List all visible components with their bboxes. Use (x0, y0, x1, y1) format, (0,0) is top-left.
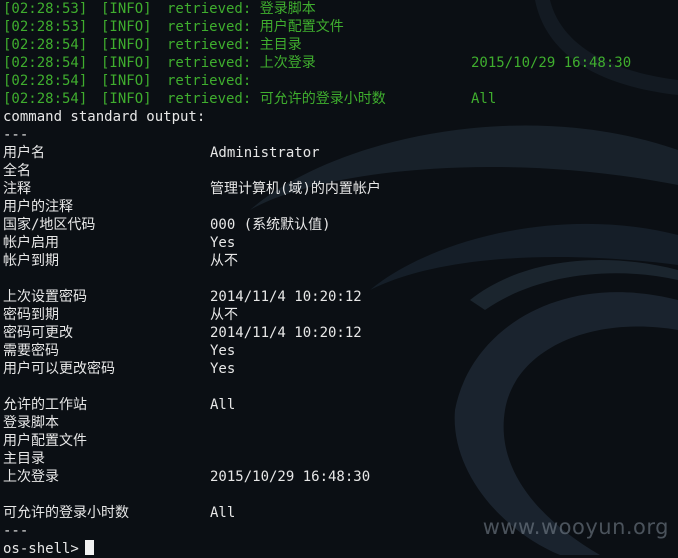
row-key: 上次设置密码 (3, 289, 87, 305)
row-key: 国家/地区代码 (3, 217, 96, 233)
row-key: 用户的注释 (3, 199, 73, 215)
output-row: 帐户启用 Yes (3, 234, 678, 252)
row-key: 用户配置文件 (3, 433, 87, 449)
log-line: [02:28:54] [INFO] retrieved: 主目录 (3, 36, 678, 54)
row-value: Administrator (210, 145, 320, 161)
row-key: 用户可以更改密码 (3, 361, 115, 377)
row-value: Yes (210, 235, 236, 251)
log-block: [02:28:53] [INFO] retrieved: 登录脚本 [02:28:53… (3, 0, 678, 108)
row-key: 全名 (3, 163, 31, 179)
row-value: 从不 (210, 253, 238, 269)
log-level: [INFO] (101, 37, 152, 53)
output-row: 帐户到期 从不 (3, 252, 678, 270)
watermark-text: www.wooyun.org (482, 515, 669, 539)
row-key: 需要密码 (3, 343, 59, 359)
output-row: 用户名 Administrator (3, 144, 678, 162)
log-line: [02:28:54] [INFO] retrieved: 可允许的登录小时数 All (3, 90, 678, 108)
log-level: [INFO] (101, 19, 152, 35)
row-key: 主目录 (3, 451, 45, 467)
row-value: 2014/11/4 10:20:12 (210, 325, 362, 341)
output-row: 允许的工作站 All (3, 396, 678, 414)
text-cursor (84, 540, 94, 555)
output-header: command standard output: (3, 109, 206, 125)
row-value: Yes (210, 361, 236, 377)
log-message: retrieved: 用户配置文件 (167, 19, 344, 35)
log-line: [02:28:53] [INFO] retrieved: 登录脚本 (3, 0, 678, 18)
log-timestamp: [02:28:53] (3, 19, 88, 35)
row-key: 帐户到期 (3, 253, 59, 269)
row-key: 允许的工作站 (3, 397, 87, 413)
log-timestamp: [02:28:54] (3, 55, 88, 71)
output-row: 密码可更改 2014/11/4 10:20:12 (3, 324, 678, 342)
output-row: 上次设置密码 2014/11/4 10:20:12 (3, 288, 678, 306)
output-row (3, 486, 678, 504)
row-key: 登录脚本 (3, 415, 59, 431)
output-row (3, 270, 678, 288)
separator-line: --- (3, 127, 29, 143)
output-row: 用户可以更改密码 Yes (3, 360, 678, 378)
shell-prompt-line[interactable]: os-shell> (3, 540, 678, 558)
log-extra: All (471, 91, 497, 107)
log-message: retrieved: 上次登录 (167, 55, 316, 71)
row-value: 2015/10/29 16:48:30 (210, 469, 371, 485)
output-row: 注释 管理计算机(域)的内置帐户 (3, 180, 678, 198)
row-value: 000 (系统默认值) (210, 217, 331, 233)
log-message: retrieved: (167, 73, 252, 89)
log-extra: 2015/10/29 16:48:30 (471, 55, 632, 71)
log-message: retrieved: 可允许的登录小时数 (167, 91, 386, 107)
row-value: All (210, 397, 236, 413)
log-message: retrieved: 登录脚本 (167, 1, 316, 17)
log-level: [INFO] (101, 73, 152, 89)
log-line: [02:28:54] [INFO] retrieved: (3, 72, 678, 90)
row-value: Yes (210, 343, 236, 359)
log-level: [INFO] (101, 55, 152, 71)
row-key: 注释 (3, 181, 31, 197)
row-value: 从不 (210, 307, 238, 323)
row-key: 密码到期 (3, 307, 59, 323)
log-timestamp: [02:28:54] (3, 91, 88, 107)
row-key: 用户名 (3, 145, 45, 161)
output-rows: 用户名 Administrator 全名 注释 管理计算机(域)的内置帐户 用户的注释 国家… (3, 144, 678, 522)
output-row: 密码到期 从不 (3, 306, 678, 324)
log-timestamp: [02:28:53] (3, 1, 88, 17)
row-value: 管理计算机(域)的内置帐户 (210, 181, 381, 197)
row-key: 上次登录 (3, 469, 59, 485)
log-message: retrieved: 主目录 (167, 37, 302, 53)
output-row: 用户配置文件 (3, 432, 678, 450)
row-key: 帐户启用 (3, 235, 59, 251)
row-key: 密码可更改 (3, 325, 73, 341)
terminal-output: [02:28:53] [INFO] retrieved: 登录脚本 [02:28:53… (0, 0, 678, 558)
log-level: [INFO] (101, 1, 152, 17)
output-row: 用户的注释 (3, 198, 678, 216)
output-row: 主目录 (3, 450, 678, 468)
log-line: [02:28:54] [INFO] retrieved: 上次登录 2015/10/2… (3, 54, 678, 72)
output-row: 全名 (3, 162, 678, 180)
row-value: 2014/11/4 10:20:12 (210, 289, 362, 305)
output-row: 国家/地区代码 000 (系统默认值) (3, 216, 678, 234)
log-line: [02:28:53] [INFO] retrieved: 用户配置文件 (3, 18, 678, 36)
row-value: All (210, 505, 236, 521)
output-row: 上次登录 2015/10/29 16:48:30 (3, 468, 678, 486)
log-timestamp: [02:28:54] (3, 73, 88, 89)
log-level: [INFO] (101, 91, 152, 107)
log-timestamp: [02:28:54] (3, 37, 88, 53)
output-row: 需要密码 Yes (3, 342, 678, 360)
output-row (3, 378, 678, 396)
row-key: 可允许的登录小时数 (3, 505, 129, 521)
output-row: 登录脚本 (3, 414, 678, 432)
